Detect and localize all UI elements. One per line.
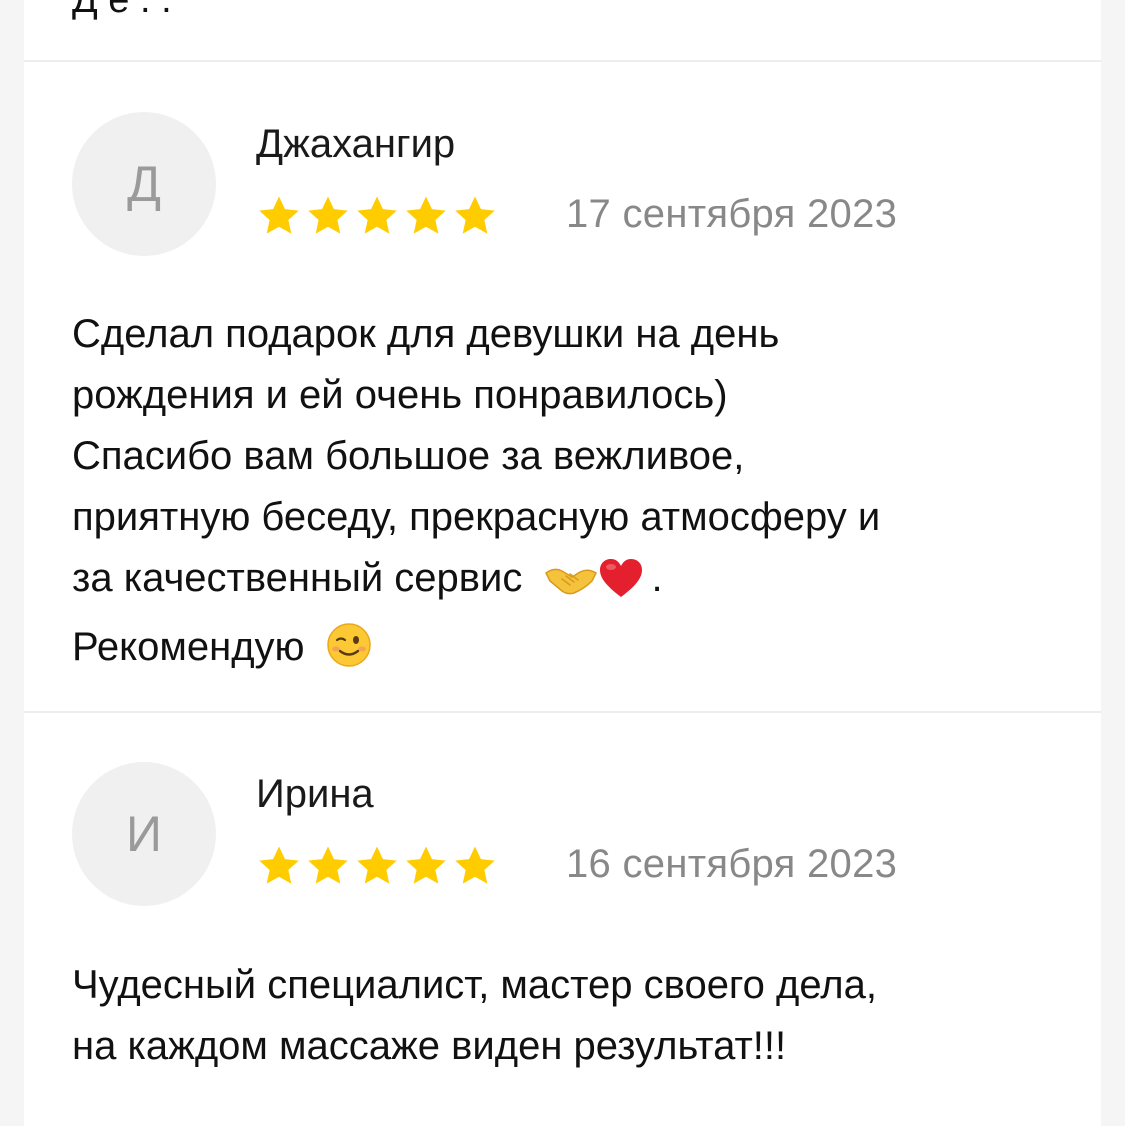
review-text-line-with-emoji: Рекомендую: [72, 617, 1082, 686]
star-icon: [455, 846, 495, 884]
handshake-emoji: [544, 556, 598, 617]
previous-review-text-tail: Д е . .: [72, 0, 172, 21]
star-icon: [406, 846, 446, 884]
review-text-line: Спасибо вам большое за вежливое,: [72, 434, 745, 478]
review-text-line: приятную беседу, прекрасную атмосферу и: [72, 495, 881, 539]
review-date: 17 сентября 2023: [566, 192, 898, 236]
star-icon: [357, 196, 397, 234]
review-date: 16 сентября 2023: [566, 842, 898, 886]
review-text: Чудесный специалист, мастер своего дела,…: [72, 955, 1082, 1077]
review-text: Сделал подарок для девушки на день рожде…: [72, 304, 1082, 686]
avatar: И: [72, 762, 216, 906]
review-text-segment: Рекомендую: [72, 625, 305, 669]
avatar-letter: И: [126, 806, 162, 862]
review-text-line-with-emoji: за качественный сервис .: [72, 548, 1082, 617]
reviews-panel: Д е . . Д Джахангир 17 сентября 2023 Сде…: [24, 0, 1101, 1126]
rating-stars: [256, 843, 498, 889]
rating-stars: [256, 193, 498, 239]
star-icon: [357, 846, 397, 884]
star-icon: [308, 196, 348, 234]
divider: [24, 711, 1101, 713]
review-text-line: на каждом массаже виден результат!!!: [72, 1024, 787, 1068]
review-text-segment: .: [651, 556, 663, 600]
review-text-line: Чудесный специалист, мастер своего дела,: [72, 963, 877, 1007]
winking-face-emoji: [326, 622, 372, 686]
review-text-line: рождения и ей очень понравилось): [72, 373, 728, 417]
star-icon: [406, 196, 446, 234]
red-heart-emoji: [598, 556, 644, 617]
review-text-line: Сделал подарок для девушки на день: [72, 312, 780, 356]
review-author[interactable]: Ирина: [256, 770, 374, 818]
avatar: Д: [72, 112, 216, 256]
star-icon: [259, 196, 299, 234]
star-icon: [308, 846, 348, 884]
avatar-letter: Д: [127, 156, 161, 212]
star-icon: [259, 846, 299, 884]
review-author[interactable]: Джахангир: [256, 120, 455, 168]
review-text-segment: за качественный сервис: [72, 556, 523, 600]
divider: [24, 60, 1101, 62]
star-icon: [455, 196, 495, 234]
